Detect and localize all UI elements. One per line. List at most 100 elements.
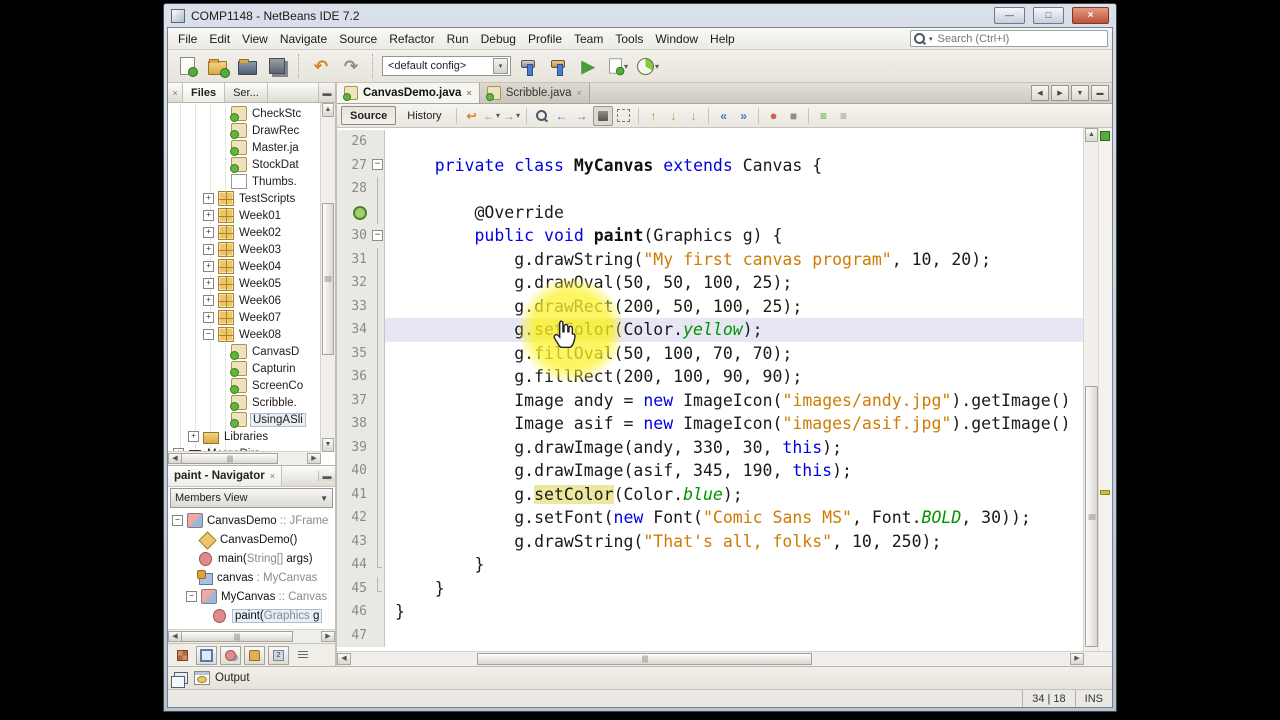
redo-button[interactable]: ↷ (338, 53, 364, 79)
menu-navigate[interactable]: Navigate (274, 30, 333, 48)
code-fold-toggle[interactable] (371, 224, 385, 248)
show-inherited-members-button[interactable] (172, 646, 193, 665)
config-dropdown-icon[interactable]: ▾ (493, 58, 508, 74)
code-line[interactable]: @Override (337, 200, 1084, 224)
code-line-36[interactable]: 36 g.fillRect(200, 100, 90, 90); (337, 365, 1084, 389)
menu-file[interactable]: File (172, 30, 203, 48)
find-next-button[interactable]: → (573, 107, 591, 125)
navigator-item[interactable]: canvas : MyCanvas (168, 568, 335, 587)
new-project-button[interactable] (204, 53, 230, 79)
code-line-46[interactable]: 46} (337, 600, 1084, 624)
files-panel-minimize-button[interactable]: ▬ (318, 83, 335, 102)
tree-item-capturin[interactable]: Capturin (168, 360, 321, 377)
panel-tab-ser[interactable]: Ser... (225, 83, 268, 102)
tree-item-canvasd[interactable]: CanvasD (168, 343, 321, 360)
tree-item-week05[interactable]: + Week05 (168, 275, 321, 292)
menu-profile[interactable]: Profile (522, 30, 568, 48)
scroll-left-icon[interactable]: ◀ (168, 453, 182, 464)
tab-close-icon[interactable]: × (577, 88, 582, 98)
menu-help[interactable]: Help (704, 30, 741, 48)
open-project-button[interactable] (234, 53, 260, 79)
tree-item-week03[interactable]: + Week03 (168, 241, 321, 258)
code-line-26[interactable]: 26 (337, 130, 1084, 154)
code-line-35[interactable]: 35 g.fillOval(50, 100, 70, 70); (337, 341, 1084, 365)
collapse-icon[interactable]: − (203, 329, 214, 340)
expand-icon[interactable]: + (203, 210, 214, 221)
scroll-right-icon[interactable]: ▶ (321, 631, 335, 642)
files-tree-hscrollbar[interactable]: ◀ ▶ (168, 451, 321, 465)
code-line-41[interactable]: 41 g.setColor(Color.blue); (337, 482, 1084, 506)
search-box[interactable]: ▾ (910, 30, 1108, 47)
last-edit-location-button[interactable]: ↩ (463, 107, 481, 125)
menu-window[interactable]: Window (649, 30, 704, 48)
editor-tab-canvasdemo-java[interactable]: CanvasDemo.java × (337, 83, 480, 103)
scroll-right-icon[interactable]: ▶ (1070, 653, 1084, 665)
navigator-item[interactable]: − MyCanvas :: Canvas (168, 587, 335, 606)
expand-icon[interactable]: + (188, 431, 199, 442)
toggle-rectangular-selection-button[interactable] (615, 107, 633, 125)
minimize-button[interactable]: — (994, 7, 1025, 24)
shift-right-button[interactable]: » (735, 107, 753, 125)
scroll-left-icon[interactable]: ◀ (337, 653, 351, 665)
editor-hscrollbar[interactable]: ◀ ▶ (337, 651, 1112, 666)
next-bookmark-button[interactable]: ↓ (665, 107, 683, 125)
scroll-up-icon[interactable]: ▲ (322, 103, 334, 117)
menu-view[interactable]: View (236, 30, 274, 48)
code-line-38[interactable]: 38 Image asif = new ImageIcon("images/as… (337, 412, 1084, 436)
scrollbar-thumb[interactable] (181, 631, 293, 642)
code-line-39[interactable]: 39 g.drawImage(andy, 330, 30, this); (337, 435, 1084, 459)
navigator-item[interactable]: − CanvasDemo :: JFrame (168, 511, 335, 530)
menu-source[interactable]: Source (333, 30, 383, 48)
navigator-item[interactable]: CanvasDemo() (168, 530, 335, 550)
expand-icon[interactable]: + (203, 261, 214, 272)
code-line-31[interactable]: 31 g.drawString("My first canvas program… (337, 247, 1084, 271)
show-opened-documents-button[interactable]: ▼ (1071, 85, 1089, 101)
expand-icon[interactable]: + (203, 312, 214, 323)
config-combobox[interactable]: <default config> ▾ (382, 56, 511, 76)
find-previous-button[interactable]: ← (553, 107, 571, 125)
new-file-button[interactable] (174, 53, 200, 79)
tree-item-stockdat[interactable]: StockDat (168, 156, 321, 173)
tree-item-scribble[interactable]: Scribble. (168, 394, 321, 411)
toggle-bookmark-button[interactable]: ↓ (685, 107, 703, 125)
clean-build-button[interactable] (545, 53, 571, 79)
scroll-up-icon[interactable]: ▲ (1085, 128, 1098, 142)
back-button[interactable]: ← ▾ (483, 107, 501, 125)
scroll-right-icon[interactable]: ▶ (307, 453, 321, 464)
build-project-button[interactable] (515, 53, 541, 79)
error-stripe[interactable] (1098, 128, 1112, 651)
code-line-37[interactable]: 37 Image andy = new ImageIcon("images/an… (337, 388, 1084, 412)
profile-project-button[interactable]: ▾ (635, 53, 661, 79)
forward-dropdown-icon[interactable]: ▾ (516, 111, 520, 120)
menu-tools[interactable]: Tools (609, 30, 649, 48)
forward-button[interactable]: → ▾ (503, 107, 521, 125)
menu-debug[interactable]: Debug (475, 30, 522, 48)
tree-item-screenco[interactable]: ScreenCo (168, 377, 321, 394)
files-tree-vscrollbar[interactable]: ▲ ▼ (320, 103, 335, 452)
navigator-hscrollbar[interactable]: ◀ ▶ (168, 629, 335, 643)
profile-dropdown-icon[interactable]: ▾ (655, 62, 659, 71)
editor-tab-scribble-java[interactable]: Scribble.java × (479, 83, 590, 103)
scrollbar-thumb[interactable] (181, 453, 278, 464)
search-dropdown-icon[interactable]: ▾ (929, 35, 933, 43)
scrollbar-thumb[interactable] (477, 653, 812, 665)
find-selection-button[interactable] (533, 107, 551, 125)
code-line-27[interactable]: 27 private class MyCanvas extends Canvas… (337, 153, 1084, 177)
stop-macro-recording-button[interactable]: ■ (785, 107, 803, 125)
scrollbar-thumb[interactable] (1085, 386, 1098, 647)
navigator-item[interactable]: main(String[] args) (168, 549, 335, 568)
tree-item-week07[interactable]: + Week07 (168, 309, 321, 326)
close-button[interactable]: × (1072, 7, 1109, 24)
navigator-item[interactable]: paint(Graphics g (168, 606, 335, 625)
tree-item-week04[interactable]: + Week04 (168, 258, 321, 275)
shift-left-button[interactable]: « (715, 107, 733, 125)
scrollbar-thumb[interactable] (322, 203, 334, 355)
output-tab[interactable]: Output (194, 671, 250, 685)
navigator-minimize-button[interactable]: ▬ (318, 471, 335, 481)
tree-item-usingasli[interactable]: UsingASli (168, 411, 321, 428)
show-fields-button[interactable] (196, 645, 217, 665)
collapse-icon[interactable]: − (172, 515, 183, 526)
navigator-tab[interactable]: paint - Navigator × (168, 466, 282, 486)
code-editor[interactable]: 2627 private class MyCanvas extends Canv… (337, 128, 1112, 651)
run-project-button[interactable]: ▶ (575, 53, 601, 79)
